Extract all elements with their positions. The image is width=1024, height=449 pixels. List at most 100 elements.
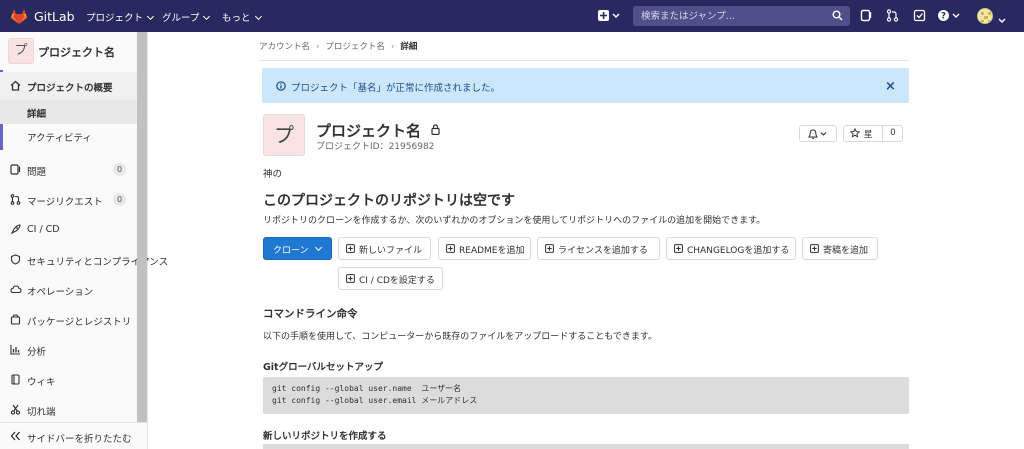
sidebar-project-name[interactable]: プロジェクト名 — [38, 44, 115, 60]
global-setup-code-block[interactable]: git config --global user.name ユーザー名 git … — [263, 377, 909, 414]
count-badge: 0 — [113, 193, 126, 206]
plus-square-icon — [346, 274, 355, 286]
merge-request-icon[interactable] — [886, 9, 899, 25]
home-icon — [10, 80, 21, 94]
chevron-down-icon[interactable] — [998, 14, 1006, 27]
sidebar-item-label: 分析 — [27, 347, 47, 358]
cli-section-text: 以下の手順を使用して、コンピューターから既存のファイルをアップロードすることもで… — [263, 332, 658, 342]
menu-projects[interactable]: プロジェクト — [86, 10, 155, 24]
brand-name[interactable]: GitLab — [34, 9, 75, 24]
new-repo-title: 新しいリポジトリを作成する — [263, 431, 387, 442]
chart-icon — [10, 344, 21, 358]
search-box[interactable] — [633, 6, 850, 26]
merge-request-icon — [10, 194, 21, 208]
collapse-sidebar-button[interactable]: サイドバーを折りたたむ — [0, 422, 147, 449]
add-license-label: ライセンスを追加する — [558, 246, 648, 256]
sidebar-item-analytics[interactable]: 分析 — [0, 336, 137, 364]
empty-repo-text: リポジトリのクローンを作成するか、次のいずれかのオプションを使用してリポジトリへ… — [263, 216, 766, 226]
new-item-button[interactable] — [598, 9, 624, 23]
sidebar-item-label: パッケージとレジストリ — [27, 317, 132, 328]
sidebar: プ プロジェクト名 プロジェクトの概要 詳細 アクティビティ 問題 0 マージリ… — [0, 32, 168, 449]
menu-projects-label: プロジェクト — [86, 13, 144, 24]
sidebar-subitem-label: アクティビティ — [27, 133, 92, 144]
sidebar-item-snippets[interactable]: 切れ端 — [0, 396, 137, 424]
project-avatar[interactable]: プ — [8, 38, 34, 64]
breadcrumb-separator-icon: › — [390, 42, 395, 52]
info-icon — [276, 81, 286, 94]
plus-square-icon — [810, 244, 819, 256]
package-icon — [10, 314, 21, 328]
new-file-button[interactable]: 新しいファイル — [338, 237, 431, 260]
menu-groups-label: グループ — [162, 13, 200, 24]
breadcrumb-account[interactable]: アカウント名 — [259, 40, 310, 52]
sidebar-item-label: ウィキ — [27, 377, 56, 388]
count-badge: 0 — [113, 163, 126, 176]
top-navbar: GitLab プロジェクト グループ もっと ? — [0, 0, 1024, 32]
book-icon — [10, 374, 21, 388]
sidebar-item-packages[interactable]: パッケージとレジストリ — [0, 306, 137, 334]
setup-ci-cd-button[interactable]: CI / CDを設定する — [338, 267, 443, 290]
alert-message: プロジェクト「基名」が正常に作成されました。 — [291, 83, 501, 94]
sidebar-subitem-activity[interactable]: アクティビティ — [0, 124, 137, 148]
rocket-icon — [10, 224, 21, 238]
todo-icon[interactable] — [913, 9, 926, 25]
notification-button[interactable] — [799, 125, 837, 142]
divider — [259, 60, 909, 61]
breadcrumb-current[interactable]: 詳細 — [400, 40, 417, 52]
sidebar-item-label: 切れ端 — [27, 407, 56, 418]
menu-more-label: もっと — [222, 13, 251, 24]
chevron-down-icon — [314, 243, 323, 252]
sidebar-item-overview[interactable]: プロジェクトの概要 — [0, 72, 137, 100]
sidebar-item-wiki[interactable]: ウィキ — [0, 366, 137, 394]
new-repo-code-block[interactable] — [263, 444, 909, 449]
shield-icon — [10, 254, 21, 268]
sidebar-item-operations[interactable]: オペレーション — [0, 276, 137, 304]
breadcrumb-project[interactable]: プロジェクト名 — [325, 40, 385, 52]
plus-square-icon — [346, 244, 355, 256]
plus-square-icon — [446, 244, 455, 256]
search-input[interactable] — [633, 6, 850, 26]
help-icon[interactable]: ? — [937, 9, 963, 25]
double-chevron-left-icon — [10, 431, 21, 444]
clone-button[interactable]: クローン — [263, 237, 332, 260]
sidebar-project-header[interactable]: プ プロジェクト名 — [8, 38, 148, 68]
add-contribution-button[interactable]: 寄稿を追加 — [802, 237, 878, 260]
menu-groups[interactable]: グループ — [162, 10, 211, 24]
sidebar-item-issues[interactable]: 問題 0 — [0, 156, 137, 184]
star-button[interactable]: 星 0 — [843, 125, 903, 142]
project-avatar-large: プ — [263, 114, 305, 156]
new-file-label: 新しいファイル — [359, 246, 423, 256]
project-id: プロジェクトID：21956982 — [316, 142, 435, 152]
add-readme-label: READMEを追加 — [459, 246, 525, 256]
setup-ci-cd-label: CI / CDを設定する — [359, 276, 435, 286]
cli-section-title: コマンドライン命令 — [263, 308, 358, 320]
sidebar-scrollbar[interactable] — [137, 32, 147, 422]
user-avatar[interactable] — [977, 8, 993, 24]
breadcrumb: アカウント名 › プロジェクト名 › 詳細 — [259, 40, 417, 52]
collapse-sidebar-label: サイドバーを折りたたむ — [27, 434, 132, 445]
scissors-icon — [10, 404, 21, 418]
sidebar-item-merge-requests[interactable]: マージリクエスト 0 — [0, 186, 137, 214]
success-alert: プロジェクト「基名」が正常に作成されました。 × — [262, 68, 909, 103]
svg-text:?: ? — [941, 12, 946, 22]
star-label: 星 — [864, 130, 873, 140]
sidebar-item-security[interactable]: セキュリティとコンプライアンス — [0, 246, 168, 274]
gitlab-logo-icon[interactable] — [10, 8, 28, 28]
sidebar-subitem-details[interactable]: 詳細 — [0, 100, 137, 124]
add-license-button[interactable]: ライセンスを追加する — [537, 237, 660, 260]
add-changelog-label: CHANGELOGを追加する — [687, 246, 790, 256]
add-changelog-button[interactable]: CHANGELOGを追加する — [666, 237, 796, 260]
code-line: git config --global user.name ユーザー名 — [272, 384, 462, 393]
empty-repo-title: このプロジェクトのリポジトリは空です — [263, 193, 515, 209]
close-icon[interactable]: × — [885, 79, 896, 94]
plus-square-icon — [674, 244, 683, 256]
chevron-down-icon — [203, 12, 211, 21]
sidebar-item-ci-cd[interactable]: CI / CD — [0, 216, 137, 244]
issues-icon — [10, 164, 21, 178]
menu-more[interactable]: もっと — [222, 10, 262, 24]
plus-square-icon — [545, 244, 554, 256]
add-readme-button[interactable]: READMEを追加 — [438, 237, 531, 260]
issues-icon[interactable] — [860, 9, 873, 25]
star-count[interactable]: 0 — [883, 128, 903, 138]
sidebar-item-label: オペレーション — [27, 287, 94, 298]
